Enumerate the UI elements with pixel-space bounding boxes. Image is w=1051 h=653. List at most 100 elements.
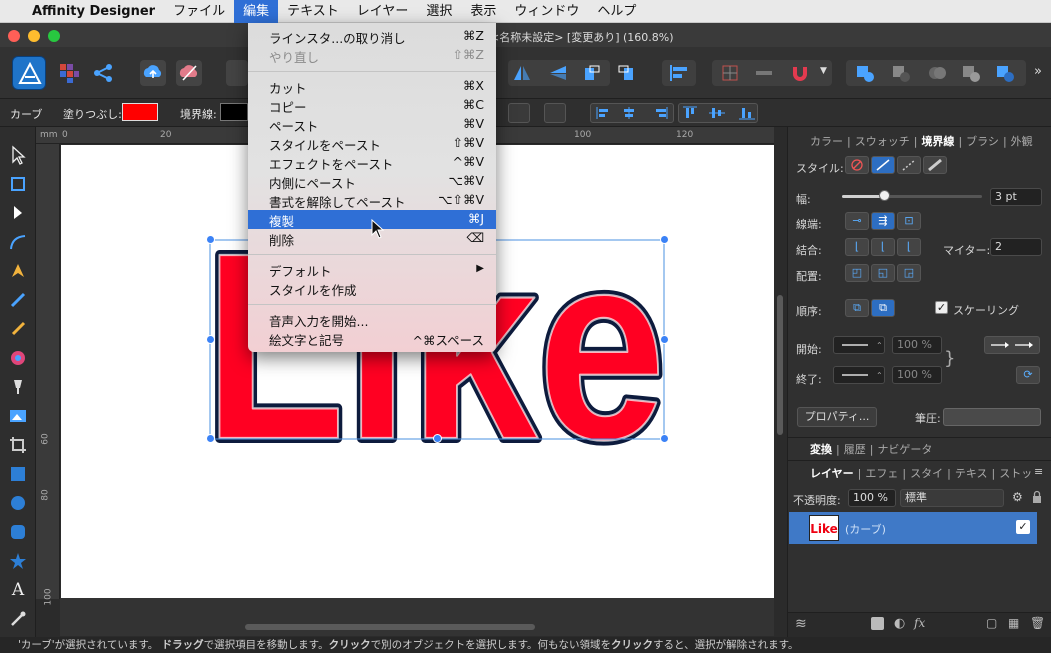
selection-handle[interactable]: [660, 434, 669, 443]
menu-item-paste-fx[interactable]: エフェクトをペースト ^⌘V: [248, 153, 496, 172]
layer-name[interactable]: (カーブ): [845, 521, 886, 537]
snap-bounds-icon[interactable]: [754, 64, 774, 82]
link-scale-icon[interactable]: }: [944, 346, 955, 372]
pressure-graph[interactable]: [943, 408, 1041, 426]
align-inside-stroke-icon[interactable]: ◱: [871, 264, 895, 282]
rotate-left-icon[interactable]: [582, 64, 602, 82]
transparency-tool-icon[interactable]: [8, 377, 28, 397]
pencil-tool-icon[interactable]: [8, 290, 28, 310]
transform-origin-icon[interactable]: [544, 103, 566, 123]
pen-tool-icon[interactable]: [8, 261, 28, 281]
intersect-boolean-icon[interactable]: [926, 63, 948, 83]
artboard-tool-icon[interactable]: [8, 174, 28, 194]
rotate-right-icon[interactable]: [616, 64, 636, 82]
miter-input[interactable]: 2: [990, 238, 1042, 256]
align-outside-stroke-icon[interactable]: ◲: [897, 264, 921, 282]
miter-join-icon[interactable]: ⌊: [845, 238, 869, 256]
convert-icon[interactable]: [508, 103, 530, 123]
selection-handle[interactable]: [433, 434, 442, 443]
flip-vertical-icon[interactable]: [548, 64, 568, 82]
tab-stock[interactable]: ストッ: [995, 467, 1036, 480]
scaling-checkbox[interactable]: ✓: [935, 301, 948, 314]
stroke-solid-icon[interactable]: [871, 156, 895, 174]
toolbar-overflow-icon[interactable]: »: [1034, 64, 1048, 82]
menu-window[interactable]: ウィンドウ: [505, 0, 588, 23]
ellipse-tool-icon[interactable]: [8, 493, 28, 513]
menu-item-create-style[interactable]: スタイルを作成: [248, 279, 496, 298]
menu-item-copy[interactable]: コピー ⌘C: [248, 96, 496, 115]
crop-tool-icon[interactable]: [8, 435, 28, 455]
vertical-scrollbar[interactable]: [777, 295, 783, 435]
tab-text-styles[interactable]: テキス: [951, 467, 992, 480]
tab-layers[interactable]: レイヤー: [806, 467, 858, 480]
bevel-join-icon[interactable]: ⌊: [897, 238, 921, 256]
rounded-rectangle-tool-icon[interactable]: [8, 522, 28, 542]
tab-styles[interactable]: スタイ: [906, 467, 947, 480]
minimize-window-button[interactable]: [28, 30, 40, 42]
export-persona-icon[interactable]: [92, 62, 114, 84]
layers-stack-icon[interactable]: ≋: [795, 616, 807, 632]
tab-brushes[interactable]: ブラシ: [962, 135, 1003, 148]
align-vertical-group[interactable]: [678, 103, 758, 123]
arrow-position-buttons[interactable]: [984, 336, 1040, 354]
lock-icon[interactable]: [1031, 489, 1043, 503]
tab-history[interactable]: 履歴: [840, 443, 870, 456]
menu-layer[interactable]: レイヤー: [348, 0, 418, 23]
tab-color[interactable]: カラー: [806, 135, 847, 148]
menu-edit[interactable]: 編集: [234, 0, 279, 23]
xor-boolean-icon[interactable]: [960, 63, 982, 83]
flip-horizontal-icon[interactable]: [512, 64, 532, 82]
menu-item-cut[interactable]: カット ⌘X: [248, 77, 496, 96]
tab-navigator[interactable]: ナビゲータ: [873, 443, 936, 456]
menu-item-paste-inside[interactable]: 内側にペースト ⌥⌘V: [248, 172, 496, 191]
selection-handle[interactable]: [206, 235, 215, 244]
selection-handle[interactable]: [660, 335, 669, 344]
apple-icon[interactable]: [0, 0, 28, 23]
menu-file[interactable]: ファイル: [164, 0, 234, 23]
menu-item-paste-without-format[interactable]: 書式を解除してペースト ⌥⇧⌘V: [248, 191, 496, 210]
snapping-dropdown-icon[interactable]: ▼: [820, 66, 830, 80]
adjustment-layer-icon[interactable]: ◐: [894, 616, 905, 631]
menu-select[interactable]: 選択: [417, 0, 461, 23]
opacity-input[interactable]: 100 %: [848, 489, 896, 507]
stroke-front-icon[interactable]: ⧉: [871, 299, 895, 317]
panel-menu-icon[interactable]: ≡: [1034, 465, 1043, 478]
star-tool-icon[interactable]: [8, 551, 28, 571]
add-boolean-icon[interactable]: [854, 63, 876, 83]
tab-swatches[interactable]: スウォッチ: [851, 135, 914, 148]
selection-handle[interactable]: [660, 235, 669, 244]
width-input[interactable]: 3 pt: [990, 188, 1042, 206]
group-layer-icon[interactable]: ▦: [1008, 616, 1019, 630]
menu-text[interactable]: テキスト: [278, 0, 348, 23]
start-arrow-scale[interactable]: 100 %: [892, 336, 942, 354]
stroke-none-icon[interactable]: [845, 156, 869, 174]
stroke-dashed-icon[interactable]: [897, 156, 921, 174]
stroke-color-swatch[interactable]: [220, 103, 248, 121]
swap-arrows-icon[interactable]: ⟳: [1016, 366, 1040, 384]
menu-item-emoji-symbols[interactable]: 絵文字と記号 ^⌘スペース: [248, 329, 496, 348]
tab-appearance[interactable]: 外観: [1007, 135, 1037, 148]
cloud-off-icon[interactable]: [176, 60, 202, 86]
delete-layer-icon[interactable]: 🗑: [1030, 616, 1045, 630]
square-cap-icon[interactable]: ⊡: [897, 212, 921, 230]
grid-snap-icon[interactable]: [226, 60, 248, 86]
butt-cap-icon[interactable]: ⊸: [845, 212, 869, 230]
selection-handle[interactable]: [206, 335, 215, 344]
vector-brush-tool-icon[interactable]: [8, 319, 28, 339]
divide-boolean-icon[interactable]: [994, 63, 1016, 83]
menu-view[interactable]: 表示: [461, 0, 505, 23]
move-tool-icon[interactable]: [8, 145, 28, 165]
round-cap-icon[interactable]: ⇶: [871, 212, 895, 230]
align-center-stroke-icon[interactable]: ◰: [845, 264, 869, 282]
pixel-persona-icon[interactable]: [58, 62, 80, 84]
mask-layer-icon[interactable]: [871, 617, 884, 630]
rectangle-tool-icon[interactable]: [8, 464, 28, 484]
fill-color-swatch[interactable]: [122, 103, 158, 121]
menu-item-defaults[interactable]: デフォルト ▶: [248, 260, 496, 279]
stroke-behind-icon[interactable]: ⧉: [845, 299, 869, 317]
width-slider-knob[interactable]: [879, 190, 890, 201]
menu-item-paste[interactable]: ペースト ⌘V: [248, 115, 496, 134]
align-menu-button[interactable]: [662, 60, 696, 86]
fill-tool-icon[interactable]: [8, 348, 28, 368]
zoom-window-button[interactable]: [48, 30, 60, 42]
